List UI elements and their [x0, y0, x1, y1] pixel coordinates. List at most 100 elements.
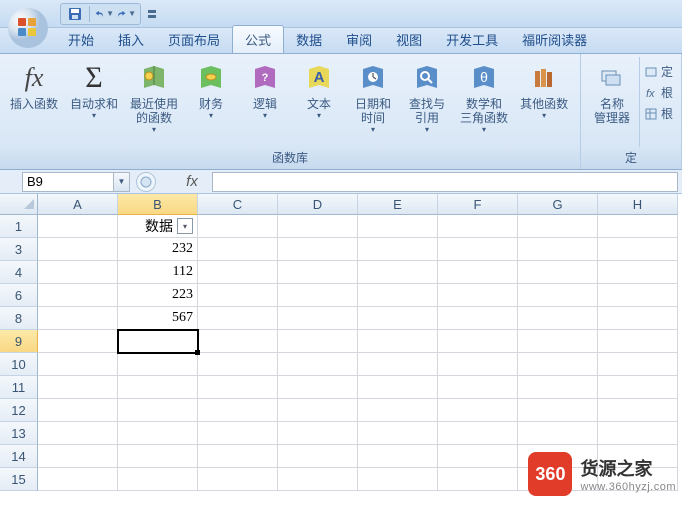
tab-formula[interactable]: 公式	[232, 25, 284, 53]
tab-foxit[interactable]: 福昕阅读器	[510, 26, 599, 53]
cell-B11[interactable]	[118, 376, 198, 399]
cell-B10[interactable]	[118, 353, 198, 376]
cell-D8[interactable]	[278, 307, 358, 330]
cell-G6[interactable]	[518, 284, 598, 307]
cell-E10[interactable]	[358, 353, 438, 376]
row-header-14[interactable]: 14	[0, 445, 38, 468]
row-header-1[interactable]: 1	[0, 215, 38, 238]
cell-G10[interactable]	[518, 353, 598, 376]
cell-G11[interactable]	[518, 376, 598, 399]
name-manager-button[interactable]: 名称 管理器	[585, 57, 639, 147]
save-button[interactable]	[65, 5, 85, 23]
cell-G8[interactable]	[518, 307, 598, 330]
cell-F4[interactable]	[438, 261, 518, 284]
cell-H1[interactable]	[598, 215, 678, 238]
cell-C14[interactable]	[198, 445, 278, 468]
cell-B13[interactable]	[118, 422, 198, 445]
cell-F11[interactable]	[438, 376, 518, 399]
cell-B8[interactable]: 567	[118, 307, 198, 330]
cell-H11[interactable]	[598, 376, 678, 399]
redo-button[interactable]: ▼	[116, 5, 136, 23]
use-in-formula-item[interactable]: fx根	[644, 82, 673, 103]
cell-A4[interactable]	[38, 261, 118, 284]
financial-button[interactable]: 财务▾	[184, 57, 238, 147]
office-button[interactable]	[6, 6, 50, 50]
row-header-10[interactable]: 10	[0, 353, 38, 376]
cell-E11[interactable]	[358, 376, 438, 399]
cell-H12[interactable]	[598, 399, 678, 422]
tab-data[interactable]: 数据	[284, 26, 334, 53]
cell-E9[interactable]	[358, 330, 438, 353]
datetime-button[interactable]: 日期和 时间▾	[346, 57, 400, 147]
create-from-selection-item[interactable]: 根	[644, 103, 673, 124]
tab-insert[interactable]: 插入	[106, 26, 156, 53]
row-header-15[interactable]: 15	[0, 468, 38, 491]
cell-B3[interactable]: 232	[118, 238, 198, 261]
cell-D10[interactable]	[278, 353, 358, 376]
cell-D13[interactable]	[278, 422, 358, 445]
cell-H13[interactable]	[598, 422, 678, 445]
row-header-9[interactable]: 9	[0, 330, 38, 353]
cell-F9[interactable]	[438, 330, 518, 353]
column-header-E[interactable]: E	[358, 194, 438, 215]
cell-A9[interactable]	[38, 330, 118, 353]
cell-A6[interactable]	[38, 284, 118, 307]
cell-A12[interactable]	[38, 399, 118, 422]
cell-C3[interactable]	[198, 238, 278, 261]
cell-D3[interactable]	[278, 238, 358, 261]
cell-A8[interactable]	[38, 307, 118, 330]
cell-F8[interactable]	[438, 307, 518, 330]
cell-D9[interactable]	[278, 330, 358, 353]
insert-function-button[interactable]: fx 插入函数	[4, 57, 64, 147]
column-header-C[interactable]: C	[198, 194, 278, 215]
cell-E14[interactable]	[358, 445, 438, 468]
cell-F15[interactable]	[438, 468, 518, 491]
column-header-G[interactable]: G	[518, 194, 598, 215]
recent-functions-button[interactable]: 最近使用 的函数▾	[124, 57, 184, 147]
column-header-A[interactable]: A	[38, 194, 118, 215]
formula-input[interactable]	[212, 172, 678, 192]
cell-G12[interactable]	[518, 399, 598, 422]
undo-button[interactable]: ▼	[94, 5, 114, 23]
cell-H9[interactable]	[598, 330, 678, 353]
cell-E4[interactable]	[358, 261, 438, 284]
cell-D4[interactable]	[278, 261, 358, 284]
tab-review[interactable]: 审阅	[334, 26, 384, 53]
cell-C13[interactable]	[198, 422, 278, 445]
cell-A10[interactable]	[38, 353, 118, 376]
cell-G13[interactable]	[518, 422, 598, 445]
row-header-12[interactable]: 12	[0, 399, 38, 422]
cell-D1[interactable]	[278, 215, 358, 238]
cell-H3[interactable]	[598, 238, 678, 261]
cell-H8[interactable]	[598, 307, 678, 330]
cell-B15[interactable]	[118, 468, 198, 491]
cell-A3[interactable]	[38, 238, 118, 261]
cell-F3[interactable]	[438, 238, 518, 261]
cell-D12[interactable]	[278, 399, 358, 422]
cell-C4[interactable]	[198, 261, 278, 284]
row-header-6[interactable]: 6	[0, 284, 38, 307]
lookup-button[interactable]: 查找与 引用▾	[400, 57, 454, 147]
logical-button[interactable]: ? 逻辑▾	[238, 57, 292, 147]
row-header-3[interactable]: 3	[0, 238, 38, 261]
cell-E12[interactable]	[358, 399, 438, 422]
cell-G9[interactable]	[518, 330, 598, 353]
cell-B12[interactable]	[118, 399, 198, 422]
cell-E6[interactable]	[358, 284, 438, 307]
cell-E13[interactable]	[358, 422, 438, 445]
row-header-4[interactable]: 4	[0, 261, 38, 284]
other-functions-button[interactable]: 其他函数▾	[514, 57, 574, 147]
cell-F1[interactable]	[438, 215, 518, 238]
cell-H10[interactable]	[598, 353, 678, 376]
tab-layout[interactable]: 页面布局	[156, 26, 232, 53]
cell-E1[interactable]	[358, 215, 438, 238]
cell-C9[interactable]	[198, 330, 278, 353]
cell-C10[interactable]	[198, 353, 278, 376]
qat-customize[interactable]: 〓	[147, 6, 157, 21]
row-header-8[interactable]: 8	[0, 307, 38, 330]
cell-A13[interactable]	[38, 422, 118, 445]
math-button[interactable]: θ 数学和 三角函数▾	[454, 57, 514, 147]
cell-H6[interactable]	[598, 284, 678, 307]
select-all-corner[interactable]	[0, 194, 38, 215]
cell-A15[interactable]	[38, 468, 118, 491]
